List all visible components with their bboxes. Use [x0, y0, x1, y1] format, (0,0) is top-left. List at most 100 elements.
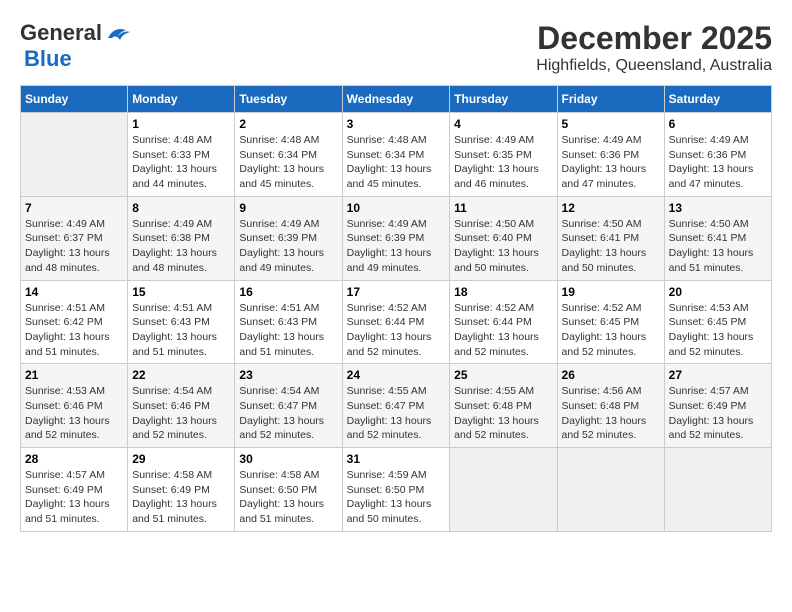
day-number: 9	[239, 201, 337, 215]
day-number: 24	[347, 368, 446, 382]
calendar-table: Sunday Monday Tuesday Wednesday Thursday…	[20, 85, 772, 532]
day-number: 12	[562, 201, 660, 215]
day-number: 6	[669, 117, 767, 131]
logo-bird-icon	[104, 24, 132, 44]
logo-blue-text: Blue	[24, 46, 72, 72]
calendar-cell: 13 Sunrise: 4:50 AM Sunset: 6:41 PM Dayli…	[664, 196, 771, 280]
day-info: Sunrise: 4:55 AM Sunset: 6:48 PM Dayligh…	[454, 384, 552, 443]
calendar-cell: 3Sunrise: 4:48 AM Sunset: 6:34 PM Daylig…	[342, 113, 450, 197]
day-number: 30	[239, 452, 337, 466]
calendar-week-5: 28 Sunrise: 4:57 AM Sunset: 6:49 PM Dayli…	[21, 448, 772, 532]
day-info: Sunrise: 4:50 AM Sunset: 6:41 PM Dayligh…	[669, 217, 767, 276]
day-info: Sunrise: 4:52 AM Sunset: 6:45 PM Dayligh…	[562, 301, 660, 360]
calendar-week-1: 1Sunrise: 4:48 AM Sunset: 6:33 PM Daylig…	[21, 113, 772, 197]
calendar-cell: 24Sunrise: 4:55 AM Sunset: 6:47 PM Dayli…	[342, 364, 450, 448]
day-number: 8	[132, 201, 230, 215]
page-subtitle: Highfields, Queensland, Australia	[536, 57, 772, 75]
calendar-cell	[450, 448, 557, 532]
calendar-week-4: 21Sunrise: 4:53 AM Sunset: 6:46 PM Dayli…	[21, 364, 772, 448]
calendar-cell: 1Sunrise: 4:48 AM Sunset: 6:33 PM Daylig…	[128, 113, 235, 197]
day-number: 31	[347, 452, 446, 466]
day-number: 22	[132, 368, 230, 382]
calendar-cell: 21Sunrise: 4:53 AM Sunset: 6:46 PM Dayli…	[21, 364, 128, 448]
calendar-cell: 20 Sunrise: 4:53 AM Sunset: 6:45 PM Dayli…	[664, 280, 771, 364]
day-info: Sunrise: 4:48 AM Sunset: 6:34 PM Dayligh…	[347, 133, 446, 192]
calendar-cell: 31Sunrise: 4:59 AM Sunset: 6:50 PM Dayli…	[342, 448, 450, 532]
calendar-cell: 28 Sunrise: 4:57 AM Sunset: 6:49 PM Dayli…	[21, 448, 128, 532]
page-header: General Blue December 2025 Highfields, Q…	[20, 20, 772, 75]
day-info: Sunrise: 4:48 AM Sunset: 6:34 PM Dayligh…	[239, 133, 337, 192]
calendar-cell: 29 Sunrise: 4:58 AM Sunset: 6:49 PM Dayli…	[128, 448, 235, 532]
day-number: 13	[669, 201, 767, 215]
day-info: Sunrise: 4:51 AM Sunset: 6:43 PM Dayligh…	[132, 301, 230, 360]
day-number: 21	[25, 368, 123, 382]
page-title: December 2025	[536, 20, 772, 57]
calendar-cell: 4 Sunrise: 4:49 AM Sunset: 6:35 PM Daylig…	[450, 113, 557, 197]
day-number: 7	[25, 201, 123, 215]
calendar-cell: 2 Sunrise: 4:48 AM Sunset: 6:34 PM Daylig…	[235, 113, 342, 197]
header-saturday: Saturday	[664, 86, 771, 113]
header-thursday: Thursday	[450, 86, 557, 113]
day-number: 1	[132, 117, 230, 131]
header-friday: Friday	[557, 86, 664, 113]
day-number: 17	[347, 285, 446, 299]
calendar-cell: 12 Sunrise: 4:50 AM Sunset: 6:41 PM Dayli…	[557, 196, 664, 280]
day-number: 4	[454, 117, 552, 131]
calendar-cell	[557, 448, 664, 532]
day-info: Sunrise: 4:57 AM Sunset: 6:49 PM Dayligh…	[25, 468, 123, 527]
day-info: Sunrise: 4:56 AM Sunset: 6:48 PM Dayligh…	[562, 384, 660, 443]
day-number: 15	[132, 285, 230, 299]
day-info: Sunrise: 4:50 AM Sunset: 6:40 PM Dayligh…	[454, 217, 552, 276]
day-info: Sunrise: 4:53 AM Sunset: 6:45 PM Dayligh…	[669, 301, 767, 360]
title-section: December 2025 Highfields, Queensland, Au…	[536, 20, 772, 75]
day-number: 27	[669, 368, 767, 382]
calendar-week-3: 14Sunrise: 4:51 AM Sunset: 6:42 PM Dayli…	[21, 280, 772, 364]
day-number: 25	[454, 368, 552, 382]
header-tuesday: Tuesday	[235, 86, 342, 113]
calendar-cell: 27Sunrise: 4:57 AM Sunset: 6:49 PM Dayli…	[664, 364, 771, 448]
header-wednesday: Wednesday	[342, 86, 450, 113]
calendar-cell: 26 Sunrise: 4:56 AM Sunset: 6:48 PM Dayli…	[557, 364, 664, 448]
day-info: Sunrise: 4:49 AM Sunset: 6:35 PM Dayligh…	[454, 133, 552, 192]
logo: General Blue	[20, 20, 132, 73]
calendar-cell: 10 Sunrise: 4:49 AM Sunset: 6:39 PM Dayli…	[342, 196, 450, 280]
day-number: 23	[239, 368, 337, 382]
day-number: 28	[25, 452, 123, 466]
day-number: 26	[562, 368, 660, 382]
day-info: Sunrise: 4:49 AM Sunset: 6:36 PM Dayligh…	[669, 133, 767, 192]
day-number: 11	[454, 201, 552, 215]
calendar-cell: 8 Sunrise: 4:49 AM Sunset: 6:38 PM Daylig…	[128, 196, 235, 280]
calendar-cell: 16 Sunrise: 4:51 AM Sunset: 6:43 PM Dayli…	[235, 280, 342, 364]
day-number: 10	[347, 201, 446, 215]
calendar-cell: 7 Sunrise: 4:49 AM Sunset: 6:37 PM Daylig…	[21, 196, 128, 280]
header-sunday: Sunday	[21, 86, 128, 113]
day-info: Sunrise: 4:52 AM Sunset: 6:44 PM Dayligh…	[454, 301, 552, 360]
calendar-cell: 19Sunrise: 4:52 AM Sunset: 6:45 PM Dayli…	[557, 280, 664, 364]
day-number: 20	[669, 285, 767, 299]
calendar-cell: 22 Sunrise: 4:54 AM Sunset: 6:46 PM Dayli…	[128, 364, 235, 448]
day-info: Sunrise: 4:49 AM Sunset: 6:39 PM Dayligh…	[347, 217, 446, 276]
day-number: 16	[239, 285, 337, 299]
day-info: Sunrise: 4:58 AM Sunset: 6:50 PM Dayligh…	[239, 468, 337, 527]
day-info: Sunrise: 4:49 AM Sunset: 6:38 PM Dayligh…	[132, 217, 230, 276]
day-info: Sunrise: 4:49 AM Sunset: 6:37 PM Dayligh…	[25, 217, 123, 276]
calendar-cell: 30 Sunrise: 4:58 AM Sunset: 6:50 PM Dayli…	[235, 448, 342, 532]
day-number: 29	[132, 452, 230, 466]
calendar-cell: 18 Sunrise: 4:52 AM Sunset: 6:44 PM Dayli…	[450, 280, 557, 364]
day-info: Sunrise: 4:54 AM Sunset: 6:46 PM Dayligh…	[132, 384, 230, 443]
day-number: 18	[454, 285, 552, 299]
calendar-header-row: Sunday Monday Tuesday Wednesday Thursday…	[21, 86, 772, 113]
calendar-cell: 17Sunrise: 4:52 AM Sunset: 6:44 PM Dayli…	[342, 280, 450, 364]
calendar-cell: 9 Sunrise: 4:49 AM Sunset: 6:39 PM Daylig…	[235, 196, 342, 280]
day-info: Sunrise: 4:49 AM Sunset: 6:39 PM Dayligh…	[239, 217, 337, 276]
calendar-cell: 23Sunrise: 4:54 AM Sunset: 6:47 PM Dayli…	[235, 364, 342, 448]
day-info: Sunrise: 4:50 AM Sunset: 6:41 PM Dayligh…	[562, 217, 660, 276]
day-info: Sunrise: 4:51 AM Sunset: 6:42 PM Dayligh…	[25, 301, 123, 360]
day-number: 2	[239, 117, 337, 131]
calendar-cell	[21, 113, 128, 197]
logo-text: General	[20, 20, 132, 46]
calendar-cell: 5Sunrise: 4:49 AM Sunset: 6:36 PM Daylig…	[557, 113, 664, 197]
day-info: Sunrise: 4:58 AM Sunset: 6:49 PM Dayligh…	[132, 468, 230, 527]
day-info: Sunrise: 4:51 AM Sunset: 6:43 PM Dayligh…	[239, 301, 337, 360]
calendar-cell: 25 Sunrise: 4:55 AM Sunset: 6:48 PM Dayli…	[450, 364, 557, 448]
